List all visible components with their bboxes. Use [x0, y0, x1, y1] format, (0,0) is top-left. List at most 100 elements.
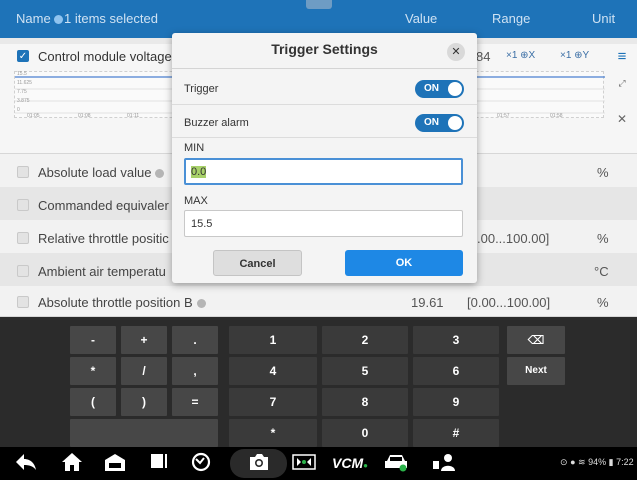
key-4[interactable]: 4: [229, 357, 317, 385]
row-name: Ambient air temperatu: [38, 264, 166, 279]
unit-column-header: Unit: [592, 11, 616, 26]
toggle-state: ON: [424, 117, 439, 128]
toggle-state: ON: [424, 83, 439, 94]
x-tick: 01:57: [497, 113, 510, 119]
pull-handle[interactable]: [306, 0, 332, 9]
divider: [172, 104, 477, 105]
graph-row-value: 84: [476, 49, 491, 64]
x-tick: 01:05: [27, 113, 40, 119]
x-tick: 01:11: [127, 113, 140, 119]
row-checkbox[interactable]: ✓: [17, 50, 29, 62]
key-equals[interactable]: =: [172, 388, 218, 416]
row-unit: °C: [594, 264, 609, 279]
notification-icon: ●: [570, 457, 576, 467]
toggle-knob: [448, 82, 462, 96]
key-6[interactable]: 6: [413, 357, 499, 385]
row-name: Commanded equivaler: [38, 198, 169, 213]
row-checkbox[interactable]: [17, 166, 29, 178]
zoom-y-button[interactable]: ×1 ⊕Y: [560, 50, 589, 61]
row-range: .00...100.00]: [477, 231, 550, 246]
expand-icon[interactable]: ⤢: [614, 78, 630, 94]
info-icon[interactable]: [196, 299, 206, 308]
min-value: 0.0: [191, 166, 207, 178]
max-input[interactable]: 15.5: [184, 210, 463, 237]
status-bar: ⊙ ● ≋ 94% ▮ 7:22: [560, 457, 634, 468]
back-icon[interactable]: [12, 452, 40, 474]
battery-level: 94%: [588, 457, 607, 467]
dialog-title: Trigger Settings: [271, 41, 378, 57]
key-1[interactable]: 1: [229, 326, 317, 354]
key-asterisk[interactable]: *: [70, 357, 116, 385]
y-tick: 15.5: [17, 71, 27, 77]
key-7[interactable]: 7: [229, 388, 317, 416]
buzzer-alarm-toggle[interactable]: ON: [415, 114, 464, 132]
x-tick: 01:58: [550, 113, 563, 119]
remote-support-icon[interactable]: [430, 452, 458, 474]
key-close-paren[interactable]: ): [121, 388, 167, 416]
key-slash[interactable]: /: [121, 357, 167, 385]
key-dot[interactable]: .: [172, 326, 218, 354]
list-item[interactable]: Absolute throttle position B 19.61 [0.00…: [0, 286, 637, 317]
next-button[interactable]: Next: [507, 357, 565, 385]
row-checkbox[interactable]: [17, 265, 29, 277]
garage-icon[interactable]: [101, 452, 129, 474]
row-checkbox[interactable]: [17, 199, 29, 211]
key-open-paren[interactable]: (: [70, 388, 116, 416]
camera-icon[interactable]: [245, 452, 273, 474]
key-comma[interactable]: ,: [172, 357, 218, 385]
key-plus[interactable]: +: [121, 326, 167, 354]
screen-record-icon[interactable]: [290, 452, 318, 474]
wifi-icon: ≋: [578, 457, 586, 467]
graph-row-label: Control module voltage: [38, 49, 172, 64]
key-8[interactable]: 8: [322, 388, 408, 416]
max-value: 15.5: [191, 218, 213, 230]
key-9[interactable]: 9: [413, 388, 499, 416]
trigger-toggle[interactable]: ON: [415, 80, 464, 98]
divider: [172, 137, 477, 138]
zoom-x-button[interactable]: ×1 ⊕X: [506, 50, 535, 61]
buzzer-alarm-label: Buzzer alarm: [184, 117, 249, 129]
key-minus[interactable]: -: [70, 326, 116, 354]
row-unit: %: [597, 295, 609, 310]
key-5[interactable]: 5: [322, 357, 408, 385]
row-unit: %: [597, 231, 609, 246]
recent-apps-icon[interactable]: [145, 452, 173, 474]
key-2[interactable]: 2: [322, 326, 408, 354]
location-icon: ⊙: [560, 457, 568, 467]
info-icon[interactable]: [155, 169, 165, 178]
min-input[interactable]: 0.0: [184, 158, 463, 185]
select-indicator-icon: [53, 15, 63, 24]
navigation-bar: VCM● ⊙ ● ≋ 94% ▮ 7:22: [0, 447, 637, 480]
home-icon[interactable]: [58, 452, 86, 474]
vcm-icon[interactable]: VCM●: [332, 452, 368, 474]
browser-icon[interactable]: [187, 452, 215, 474]
row-unit: %: [597, 165, 609, 180]
numeric-keypad: - + . 1 2 3 ⌫ * / , 4 5 6 Next ( ) = 7 8…: [0, 317, 637, 447]
space-key[interactable]: [70, 419, 218, 447]
cancel-button[interactable]: Cancel: [213, 250, 302, 276]
menu-icon[interactable]: ≡: [614, 48, 630, 65]
key-0[interactable]: 0: [322, 419, 408, 447]
name-column-header[interactable]: Name: [16, 11, 66, 26]
trigger-settings-dialog: Trigger Settings ✕ Trigger ON Buzzer ala…: [172, 33, 477, 283]
key-hash[interactable]: #: [413, 419, 499, 447]
row-name: Relative throttle positic: [38, 231, 169, 246]
max-label: MAX: [184, 195, 208, 207]
vehicle-icon[interactable]: [382, 452, 410, 474]
close-graph-icon[interactable]: ✕: [614, 112, 630, 128]
key-3[interactable]: 3: [413, 326, 499, 354]
backspace-icon[interactable]: ⌫: [507, 326, 565, 354]
y-tick: 7.75: [17, 89, 27, 95]
row-checkbox[interactable]: [17, 296, 29, 308]
min-label: MIN: [184, 142, 205, 154]
vcm-status-icon: ●: [363, 461, 368, 470]
close-icon[interactable]: ✕: [447, 43, 465, 61]
key-star[interactable]: *: [229, 419, 317, 447]
row-checkbox[interactable]: [17, 232, 29, 244]
ok-button[interactable]: OK: [345, 250, 463, 276]
toggle-knob: [448, 116, 462, 130]
battery-icon: ▮: [608, 457, 614, 467]
selected-count: 1 items selected: [64, 11, 158, 26]
range-column-header: Range: [492, 11, 531, 26]
x-tick: 01:08: [78, 113, 91, 119]
